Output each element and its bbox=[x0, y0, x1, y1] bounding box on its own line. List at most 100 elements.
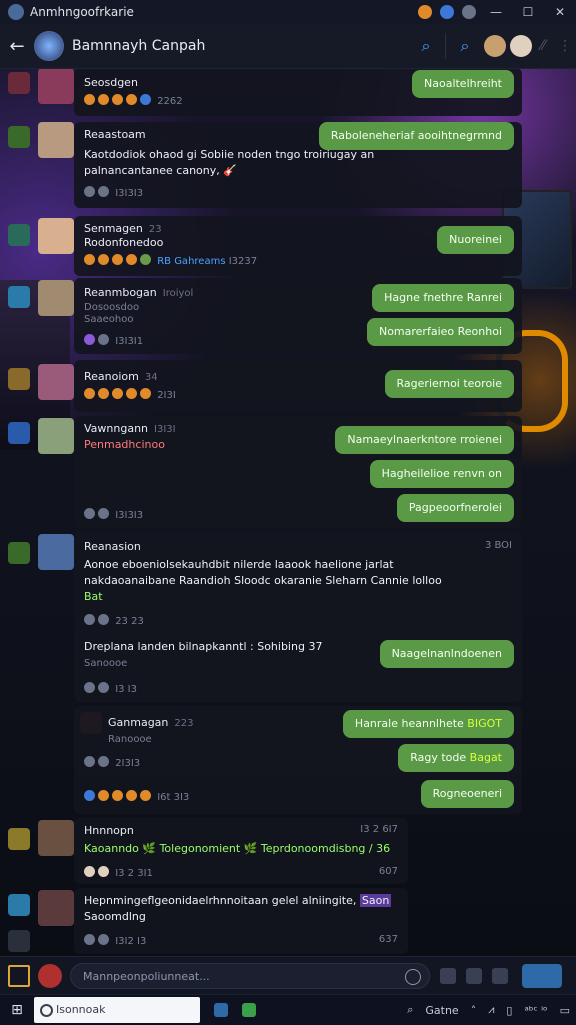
channel-icon[interactable] bbox=[8, 422, 30, 444]
reactions-row[interactable]: 23 23 bbox=[84, 614, 144, 627]
message-card[interactable]: Senmagen 23 Rodonfonedoo RB Gahreams I323… bbox=[74, 216, 522, 276]
reactions-row[interactable]: I3I2 I3 bbox=[84, 934, 146, 947]
channel-icon[interactable] bbox=[8, 224, 30, 246]
avatar[interactable] bbox=[38, 218, 74, 254]
chat-bubble[interactable]: Hagne fnethre Ranrei bbox=[372, 284, 514, 312]
chat-bubble[interactable]: Raboleneheriaf aooihtnegrmnd bbox=[318, 122, 514, 150]
notifications-icon[interactable]: ▭ bbox=[560, 1004, 570, 1017]
reactions-row[interactable]: I3I3I3 bbox=[84, 186, 143, 199]
reactions-row[interactable]: I3 I3 bbox=[84, 682, 137, 695]
tag-label[interactable]: RB bbox=[157, 256, 171, 267]
chat-bubble[interactable]: Nuoreinei bbox=[437, 226, 514, 254]
avatar[interactable] bbox=[38, 364, 74, 400]
chat-bubble[interactable]: Rogneoeneri bbox=[420, 780, 514, 808]
chat-bubble[interactable]: Naagelnanlndoenen bbox=[379, 640, 514, 668]
member-avatar[interactable] bbox=[484, 35, 506, 57]
avatar[interactable] bbox=[38, 418, 74, 454]
sender-name[interactable]: Seosdgen bbox=[84, 76, 138, 89]
chat-bubble[interactable]: Rageriernoi teoroie bbox=[384, 370, 514, 398]
avatar[interactable] bbox=[38, 534, 74, 570]
chat-bubble[interactable]: Namaeylnaerkntore rroienei bbox=[335, 426, 514, 454]
chat-area[interactable]: Seosdgen 2262 Naoaltelhreiht Reaastoam K… bbox=[0, 68, 576, 956]
close-button[interactable]: ✕ bbox=[544, 5, 576, 19]
reactions-row[interactable]: 2262 bbox=[84, 94, 183, 107]
more-icon[interactable]: ⁄⁄ bbox=[532, 38, 554, 54]
chat-bubble[interactable]: Naoaltelhreiht bbox=[412, 70, 514, 98]
sender-name[interactable]: Vawnngann I3I3I bbox=[84, 422, 176, 435]
app-icon[interactable] bbox=[242, 1003, 256, 1017]
channel-icon[interactable] bbox=[8, 828, 30, 850]
thread-text[interactable]: Dreplana landen bilnapkanntl : Sohibing … bbox=[84, 640, 322, 653]
sender-name[interactable]: Reanoiom 34 bbox=[84, 370, 158, 383]
attach-icon[interactable] bbox=[440, 968, 456, 984]
reactions-row[interactable]: I3I3I3 bbox=[84, 508, 143, 521]
taskbar-label[interactable]: Gatne bbox=[425, 1004, 458, 1017]
back-arrow-icon[interactable]: ← bbox=[0, 36, 34, 57]
message-card[interactable]: Hepnmingeflgeonidaelrhnnoitaan gelel aln… bbox=[74, 888, 408, 954]
tag-label[interactable]: Gahreams bbox=[174, 256, 225, 267]
emoji-icon[interactable] bbox=[405, 969, 421, 985]
avatar[interactable] bbox=[38, 820, 74, 856]
message-card[interactable]: Vawnngann I3I3I Penmadhcinoo I3I3I3 Namae… bbox=[74, 416, 522, 528]
notification-icon[interactable] bbox=[418, 5, 432, 19]
send-button[interactable] bbox=[522, 964, 562, 988]
sticker-icon[interactable] bbox=[492, 968, 508, 984]
search-icon[interactable]: ⌕ bbox=[407, 1003, 413, 1017]
status-icon[interactable] bbox=[440, 5, 454, 19]
channel-icon[interactable] bbox=[8, 126, 30, 148]
chat-bubble[interactable]: Pagpeoorfnerolei bbox=[396, 494, 514, 522]
clock-text[interactable]: ᵃᵇᶜ ⁱᵒ bbox=[524, 1004, 547, 1017]
message-card[interactable]: Reanasion 3 BOI Aonoe eboeniolsekauhdbit… bbox=[74, 532, 522, 702]
minimize-button[interactable]: — bbox=[480, 5, 512, 19]
menu-icon[interactable]: ⋮ bbox=[554, 38, 576, 54]
channel-icon[interactable] bbox=[8, 72, 30, 94]
battery-icon[interactable]: ▯ bbox=[506, 1004, 512, 1017]
reactions-row[interactable]: 2I3I3 bbox=[84, 756, 140, 769]
start-icon[interactable]: ⊞ bbox=[0, 1002, 34, 1018]
sender-name[interactable]: Senmagen 23 bbox=[84, 222, 162, 235]
reactions-row[interactable]: 2I3I bbox=[84, 388, 176, 401]
settings-icon[interactable] bbox=[8, 930, 30, 952]
image-icon[interactable] bbox=[466, 968, 482, 984]
avatar[interactable] bbox=[38, 890, 74, 926]
channel-icon[interactable] bbox=[8, 542, 30, 564]
reactions-row[interactable]: I3 2 3I1 bbox=[84, 866, 153, 879]
message-card[interactable]: Hnnnopn I3 2 6I7 Kaoanndo 🌿 Tolegonomien… bbox=[74, 818, 408, 884]
group-name[interactable]: Bamnnayh Canpah bbox=[72, 38, 411, 54]
message-input[interactable]: Mannpeonpoliunneat... bbox=[70, 963, 430, 989]
network-icon[interactable]: ⩘ bbox=[488, 1003, 494, 1017]
group-avatar[interactable] bbox=[34, 31, 64, 61]
reactions-row[interactable]: RB Gahreams I3237 bbox=[84, 254, 257, 267]
search-icon[interactable]: ⌕ bbox=[411, 36, 441, 56]
footer-row[interactable]: I6t 3I3 bbox=[84, 790, 189, 803]
taskbar-search[interactable]: Isonnoak bbox=[34, 997, 200, 1023]
channel-icon[interactable] bbox=[8, 368, 30, 390]
channel-icon[interactable] bbox=[8, 286, 30, 308]
sender-name[interactable]: Hnnnopn bbox=[84, 824, 134, 837]
chat-bubble[interactable]: Hanrale heannlhete BIGOT bbox=[342, 710, 514, 738]
chat-bubble[interactable]: Nomarerfaieo Reonhoi bbox=[366, 318, 514, 346]
maximize-button[interactable]: ☐ bbox=[512, 5, 544, 19]
message-card[interactable]: Reanoiom 34 2I3I Rageriernoi teoroie bbox=[74, 360, 522, 412]
sender-name[interactable]: Reaastoam bbox=[84, 128, 146, 141]
folder-icon[interactable] bbox=[8, 965, 30, 987]
message-card[interactable]: Reanmbogan Iroiyol Dosoosdoo Saaeohoo I3I… bbox=[74, 278, 522, 354]
message-card[interactable]: Ganmagan 223 Ranoooe 2I3I3 I6t 3I3 Hanral… bbox=[74, 706, 522, 814]
message-card[interactable]: Reaastoam Kaotdodiok ohaod gi Sobiie nod… bbox=[74, 122, 522, 208]
avatar[interactable] bbox=[38, 68, 74, 104]
chevron-up-icon[interactable]: ˄ bbox=[471, 1004, 477, 1017]
sender-name[interactable]: Reanmbogan Iroiyol bbox=[84, 286, 193, 299]
reactions-row[interactable]: I3I3I1 bbox=[84, 334, 143, 347]
sender-name[interactable]: Ganmagan 223 bbox=[108, 716, 193, 729]
avatar[interactable] bbox=[38, 122, 74, 158]
sender-name[interactable]: Reanasion bbox=[84, 540, 141, 553]
avatar[interactable] bbox=[38, 280, 74, 316]
mention-tag[interactable]: Saon bbox=[359, 894, 392, 907]
chat-bubble[interactable]: Ragy tode Bagat bbox=[398, 744, 514, 772]
app-icon[interactable] bbox=[214, 1003, 228, 1017]
settings-icon[interactable] bbox=[462, 5, 476, 19]
user-avatar[interactable] bbox=[38, 964, 62, 988]
member-avatar[interactable] bbox=[510, 35, 532, 57]
find-icon[interactable]: ⌕ bbox=[450, 36, 480, 56]
channel-icon[interactable] bbox=[8, 894, 30, 916]
